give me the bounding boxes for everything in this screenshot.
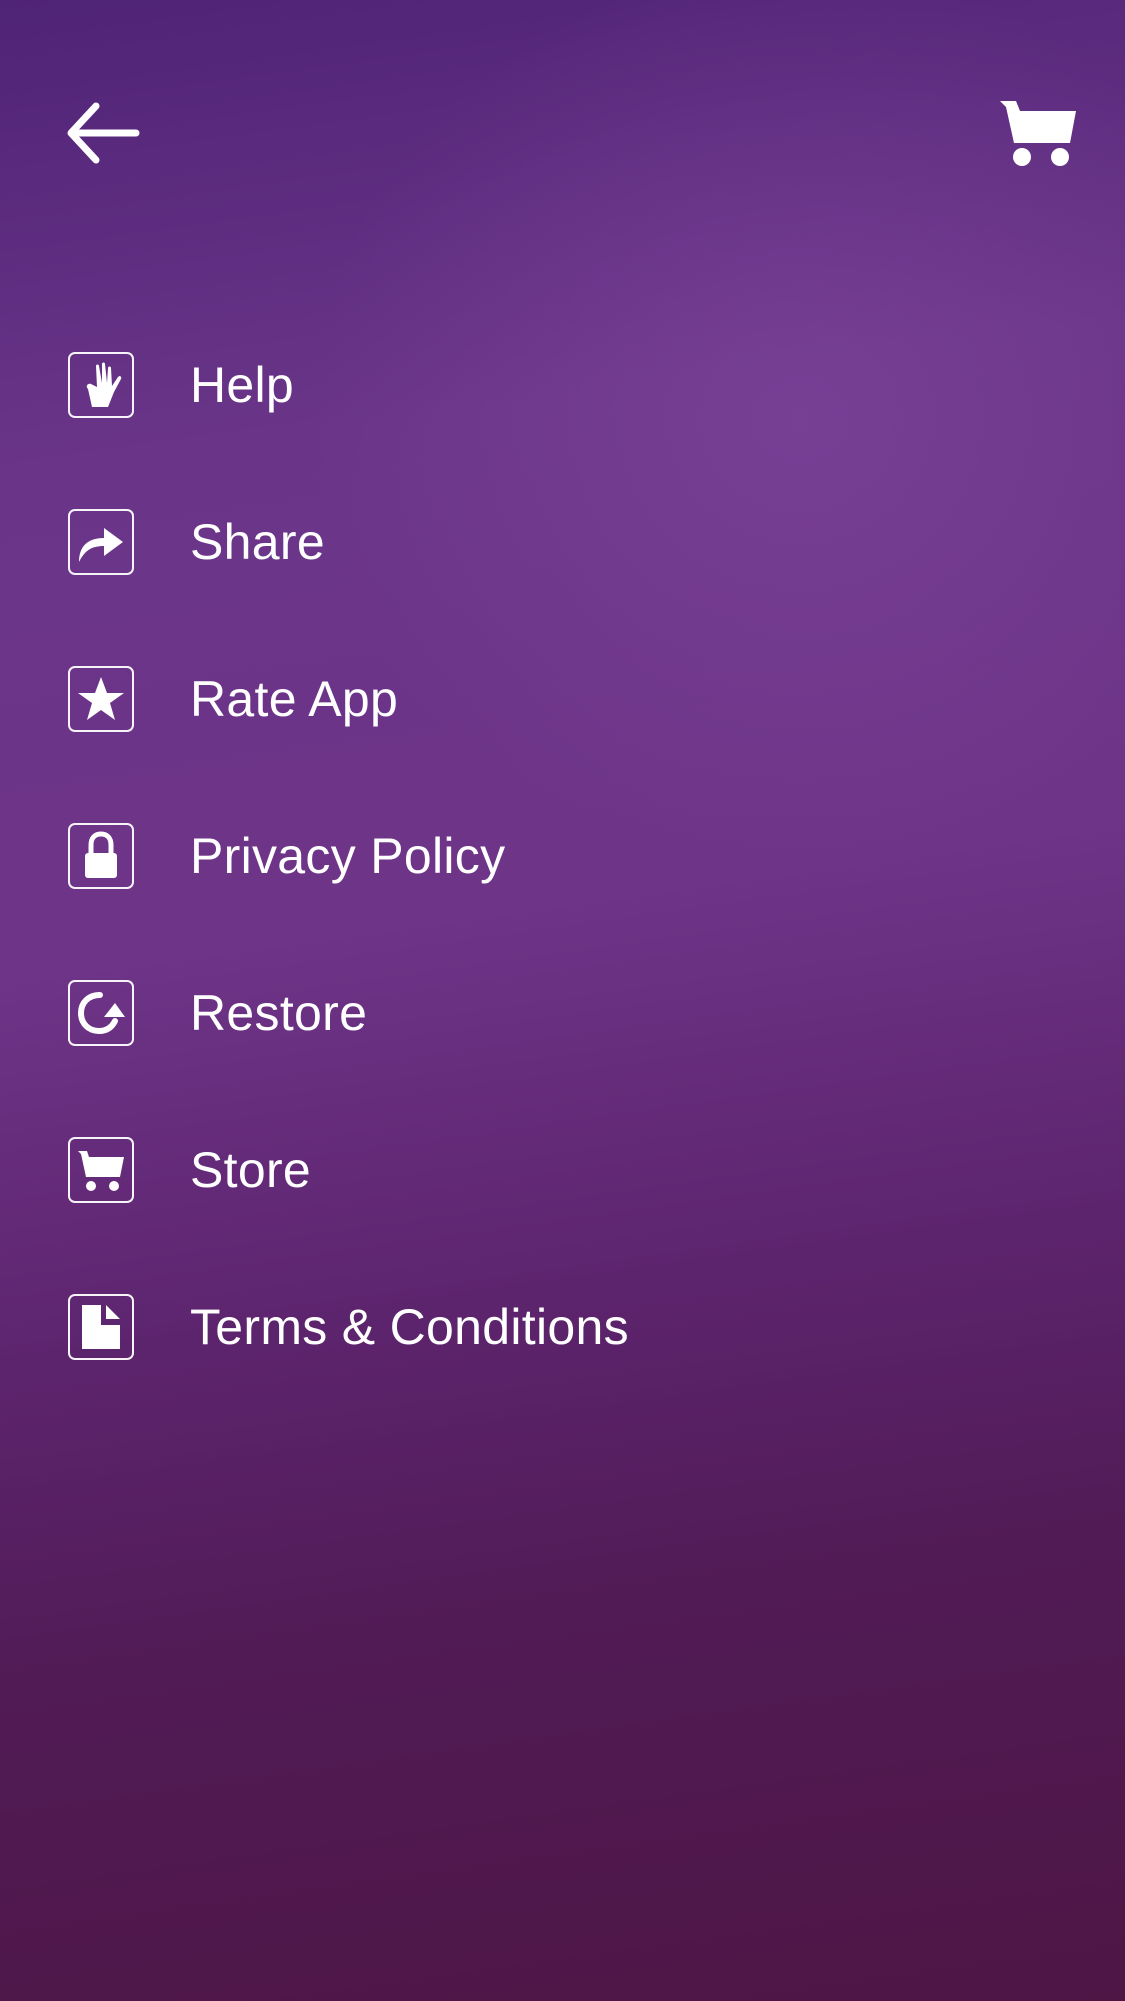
cart-icon bbox=[68, 1137, 134, 1203]
menu-item-share[interactable]: Share bbox=[68, 502, 968, 582]
menu-item-help[interactable]: Help bbox=[68, 345, 968, 425]
menu-item-label: Store bbox=[190, 1142, 312, 1198]
menu-item-label: Help bbox=[190, 357, 295, 413]
menu-item-label: Share bbox=[190, 514, 325, 570]
share-arrow-icon bbox=[68, 509, 134, 575]
menu-item-privacy-policy[interactable]: Privacy Policy bbox=[68, 816, 968, 896]
menu-item-label: Rate App bbox=[190, 671, 399, 727]
shopping-cart-icon bbox=[998, 97, 1078, 174]
menu-item-rate-app[interactable]: Rate App bbox=[68, 659, 968, 739]
menu-item-label: Restore bbox=[190, 985, 368, 1041]
menu-item-label: Privacy Policy bbox=[190, 828, 506, 884]
hand-icon bbox=[68, 352, 134, 418]
lock-icon bbox=[68, 823, 134, 889]
star-icon bbox=[68, 666, 134, 732]
back-button[interactable] bbox=[58, 95, 148, 175]
document-icon bbox=[68, 1294, 134, 1360]
menu-item-store[interactable]: Store bbox=[68, 1130, 968, 1210]
restore-icon bbox=[68, 980, 134, 1046]
cart-button[interactable] bbox=[990, 90, 1086, 180]
arrow-left-icon bbox=[66, 102, 140, 169]
menu-item-terms-conditions[interactable]: Terms & Conditions bbox=[68, 1287, 968, 1367]
menu-item-label: Terms & Conditions bbox=[190, 1299, 629, 1355]
menu-item-restore[interactable]: Restore bbox=[68, 973, 968, 1053]
